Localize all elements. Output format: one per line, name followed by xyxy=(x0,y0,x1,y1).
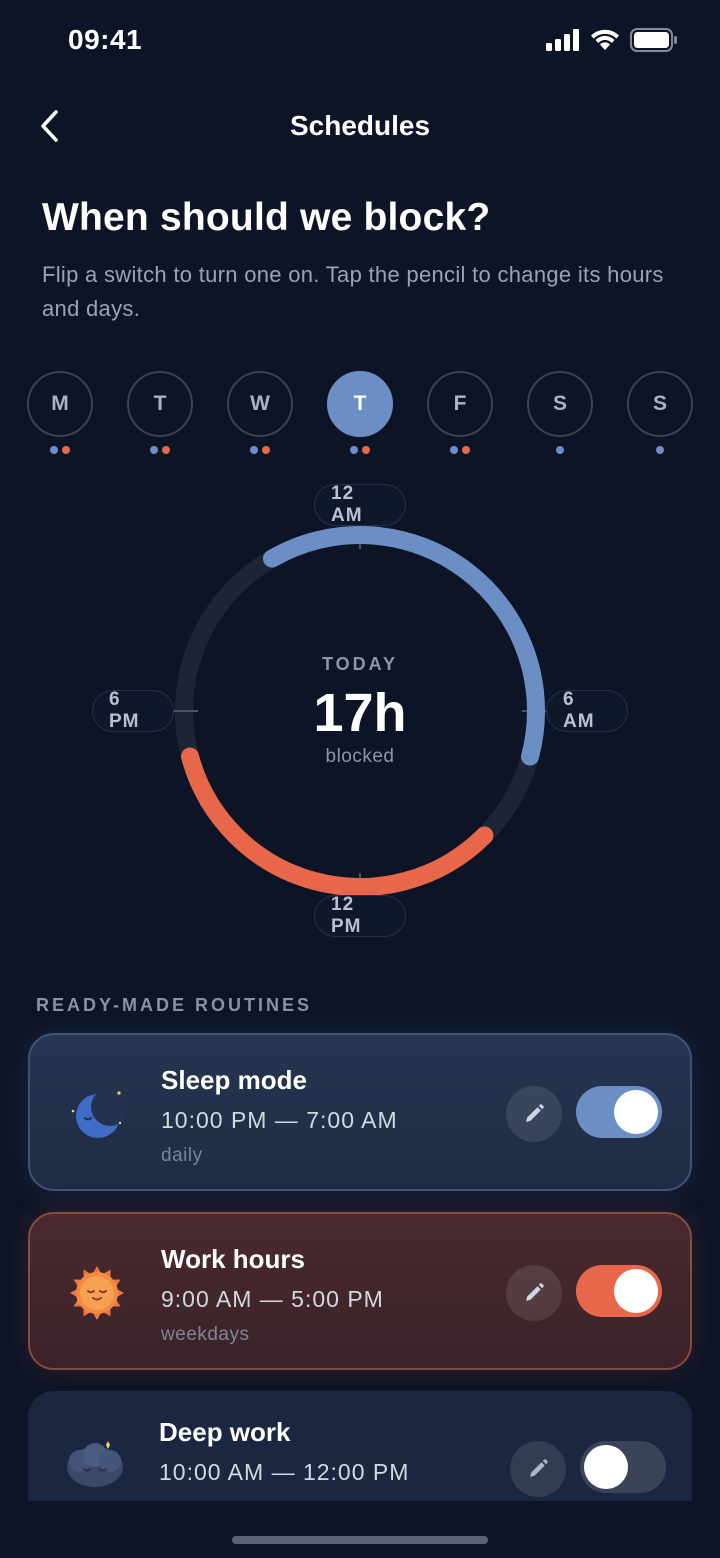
sleep-mode-toggle[interactable] xyxy=(576,1086,662,1138)
schedule-clock: 12 AM 6 AM 12 PM 6 PM TODAY 17h blocked xyxy=(0,470,720,950)
day-circle: M xyxy=(27,371,93,437)
day-circle: T xyxy=(327,371,393,437)
clock-arc-work-hours xyxy=(180,747,494,896)
day-6[interactable]: S xyxy=(627,371,693,454)
schedule-dot xyxy=(556,446,564,454)
day-schedule-dots xyxy=(150,446,170,454)
edit-deep-work-button[interactable] xyxy=(510,1441,566,1497)
routine-title: Sleep mode xyxy=(161,1065,307,1095)
brain-icon xyxy=(67,1441,123,1487)
day-circle: F xyxy=(427,371,493,437)
schedule-dot xyxy=(462,446,470,454)
pencil-icon xyxy=(530,1459,548,1477)
day-circle: S xyxy=(627,371,693,437)
routine-card-sleep-mode[interactable]: Sleep mode 10:00 PM — 7:00 AM daily xyxy=(28,1033,692,1191)
section-subtitle: Flip a switch to turn one on. Tap the pe… xyxy=(42,262,664,321)
day-5[interactable]: S xyxy=(527,371,593,454)
routine-days: weekdays xyxy=(161,1324,250,1345)
signal-icon xyxy=(546,29,579,51)
blocked-caption: blocked xyxy=(325,746,395,767)
day-1[interactable]: T xyxy=(127,371,193,454)
battery-icon xyxy=(630,28,677,52)
day-schedule-dots xyxy=(250,446,270,454)
schedule-dot xyxy=(350,446,358,454)
schedule-dot xyxy=(62,446,70,454)
routine-time: 10:00 AM — 12:00 PM xyxy=(159,1459,410,1485)
day-schedule-dots xyxy=(656,446,664,454)
schedule-dot xyxy=(150,446,158,454)
schedule-dot xyxy=(162,446,170,454)
sun-icon xyxy=(70,1266,124,1320)
status-icons xyxy=(546,28,678,52)
day-circle: W xyxy=(227,371,293,437)
home-indicator[interactable] xyxy=(232,1536,488,1544)
clock-label-top: 12 AM xyxy=(314,483,406,526)
day-schedule-dots xyxy=(350,446,370,454)
schedule-dot xyxy=(362,446,370,454)
schedule-dot xyxy=(656,446,664,454)
edit-work-hours-button[interactable] xyxy=(506,1265,562,1321)
moon-icon xyxy=(71,1088,129,1138)
routine-time: 9:00 AM — 5:00 PM xyxy=(161,1286,384,1312)
day-circle: T xyxy=(127,371,193,437)
day-schedule-dots xyxy=(50,446,70,454)
schedule-dot xyxy=(50,446,58,454)
routine-days: daily xyxy=(161,1145,203,1166)
pencil-icon xyxy=(526,1104,544,1122)
wifi-icon xyxy=(591,29,619,50)
schedule-dot xyxy=(250,446,258,454)
toggle-knob xyxy=(584,1445,628,1489)
section-heading: When should we block? xyxy=(42,196,491,239)
pencil-icon xyxy=(526,1283,544,1301)
day-3[interactable]: T xyxy=(327,371,393,454)
day-2[interactable]: W xyxy=(227,371,293,454)
toggle-knob xyxy=(614,1090,658,1134)
deep-work-toggle[interactable] xyxy=(580,1441,666,1493)
schedule-dot xyxy=(262,446,270,454)
day-0[interactable]: M xyxy=(27,371,93,454)
status-time: 09:41 xyxy=(68,24,143,55)
day-4[interactable]: F xyxy=(427,371,493,454)
work-hours-toggle[interactable] xyxy=(576,1265,662,1317)
toggle-knob xyxy=(614,1269,658,1313)
routines-section-label: READY-MADE ROUTINES xyxy=(36,995,313,1015)
day-schedule-dots xyxy=(450,446,470,454)
edit-sleep-mode-button[interactable] xyxy=(506,1086,562,1142)
routine-time: 10:00 PM — 7:00 AM xyxy=(161,1107,398,1133)
page-title: Schedules xyxy=(289,110,431,141)
day-schedule-dots xyxy=(556,446,564,454)
blocked-total: 17h xyxy=(313,683,407,743)
day-selector: MTWTFSS xyxy=(27,371,693,454)
clock-label-bottom: 12 PM xyxy=(314,894,406,937)
routine-title: Work hours xyxy=(161,1244,305,1274)
day-circle: S xyxy=(527,371,593,437)
today-label: TODAY xyxy=(321,654,399,674)
routine-card-deep-work[interactable]: Deep work 10:00 AM — 12:00 PM xyxy=(28,1391,692,1501)
routine-card-work-hours[interactable]: Work hours 9:00 AM — 5:00 PM weekdays xyxy=(28,1212,692,1370)
routine-title: Deep work xyxy=(159,1417,291,1447)
schedule-dot xyxy=(450,446,458,454)
